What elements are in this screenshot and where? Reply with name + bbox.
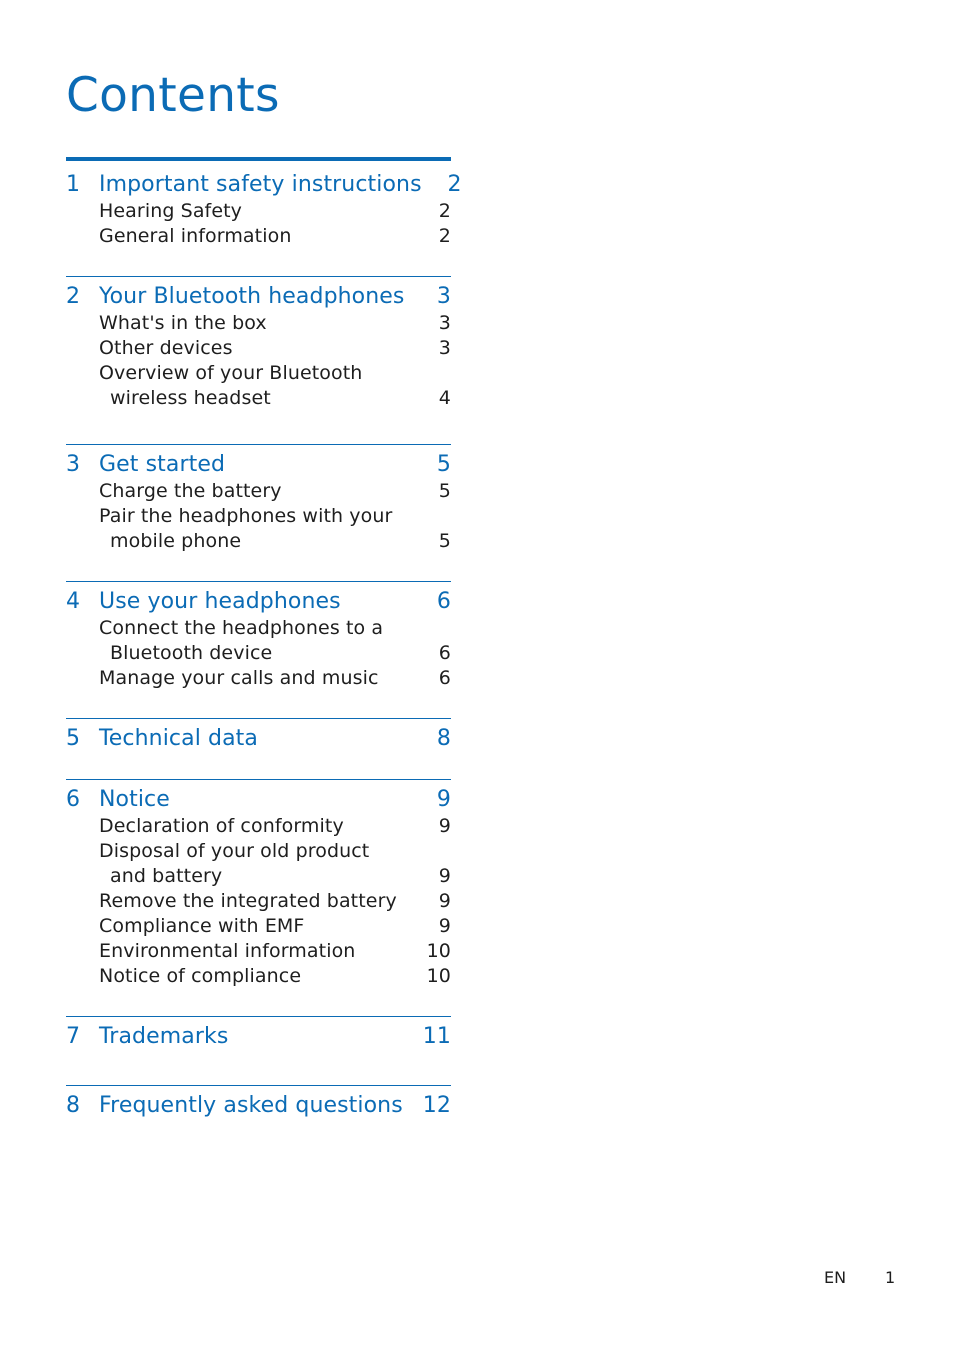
footer-language: EN [824, 1268, 847, 1287]
subsection-page: 2 [438, 225, 451, 247]
subsection-page: 10 [426, 940, 451, 962]
toc-chapter-entry[interactable]: 3 Get started 5 [66, 451, 451, 479]
toc-subsection-entry[interactable]: Bluetooth device 6 [66, 641, 451, 666]
toc-subsection-entry[interactable]: and battery 9 [66, 864, 451, 889]
page-title: Contents [66, 68, 280, 123]
subsection-page: 9 [438, 815, 451, 837]
toc-subsection-entry[interactable]: Environmental information 10 [66, 939, 451, 964]
chapter-title[interactable]: Technical data [99, 725, 411, 753]
toc-chapter-entry[interactable]: 1 Important safety instructions 2 [66, 171, 462, 199]
toc-subsection-entry[interactable]: Hearing Safety 2 [66, 199, 451, 224]
toc-section: 5 Technical data 8 [66, 718, 451, 779]
chapter-title[interactable]: Frequently asked questions [99, 1092, 411, 1120]
toc-subsection-entry[interactable]: Declaration of conformity 9 [66, 814, 451, 839]
subsection-title[interactable]: Pair the headphones with your [99, 504, 411, 529]
subsection-title[interactable]: General information [99, 224, 411, 249]
subsection-page: 9 [438, 890, 451, 912]
subsection-title[interactable]: Bluetooth device [99, 641, 411, 666]
chapter-page: 2 [447, 172, 462, 197]
toc-subsection-entry[interactable]: Charge the battery 5 [66, 479, 451, 504]
toc-section: 8 Frequently asked questions 12 [66, 1085, 451, 1120]
chapter-page: 6 [436, 589, 451, 614]
toc-section: 6 Notice 9 Declaration of conformity 9 Dispos… [66, 779, 451, 1016]
toc-chapter-entry[interactable]: 6 Notice 9 [66, 786, 451, 814]
subsection-page: 2 [438, 200, 451, 222]
toc-subsection-entry[interactable]: Disposal of your old product [66, 839, 451, 864]
chapter-title[interactable]: Trademarks [99, 1023, 411, 1051]
toc-chapter-entry[interactable]: 4 Use your headphones 6 [66, 588, 451, 616]
chapter-page: 5 [436, 452, 451, 477]
subsection-page: 10 [426, 965, 451, 987]
chapter-number: 8 [66, 1093, 81, 1118]
toc-subsection-entry[interactable]: Pair the headphones with your [66, 504, 451, 529]
subsection-title[interactable]: Notice of compliance [99, 964, 411, 989]
toc-section: 7 Trademarks 11 [66, 1016, 451, 1085]
chapter-title[interactable]: Important safety instructions [99, 171, 422, 199]
subsection-page: 3 [438, 312, 451, 334]
toc-section: 1 Important safety instructions 2 Hearing S… [66, 157, 462, 276]
subsection-page: 4 [438, 387, 451, 409]
subsection-page: 5 [438, 530, 451, 552]
subsection-title[interactable]: Overview of your Bluetooth [99, 361, 411, 386]
subsection-page: 6 [438, 642, 451, 664]
chapter-page: 3 [436, 284, 451, 309]
toc-section: 3 Get started 5 Charge the battery 5 Pair the… [66, 444, 451, 581]
chapter-number: 7 [66, 1024, 81, 1049]
toc-chapter-entry[interactable]: 2 Your Bluetooth headphones 3 [66, 283, 451, 311]
chapter-number: 4 [66, 589, 81, 614]
toc-subsection-entry[interactable]: Connect the headphones to a [66, 616, 451, 641]
subsection-title[interactable]: Compliance with EMF [99, 914, 411, 939]
subsection-title[interactable]: and battery [99, 864, 411, 889]
chapter-page: 8 [436, 726, 451, 751]
subsection-title[interactable]: Disposal of your old product [99, 839, 411, 864]
subsection-page: 9 [438, 865, 451, 887]
chapter-page: 9 [436, 787, 451, 812]
toc-subsection-entry[interactable]: wireless headset 4 [66, 386, 451, 411]
chapter-number: 5 [66, 726, 81, 751]
chapter-page: 11 [422, 1024, 451, 1049]
subsection-title[interactable]: Connect the headphones to a [99, 616, 411, 641]
toc-subsection-entry[interactable]: What's in the box 3 [66, 311, 451, 336]
subsection-page: 3 [438, 337, 451, 359]
subsection-title[interactable]: Environmental information [99, 939, 411, 964]
subsection-title[interactable]: Hearing Safety [99, 199, 411, 224]
chapter-number: 2 [66, 284, 81, 309]
toc-subsection-entry[interactable]: Manage your calls and music 6 [66, 666, 451, 691]
subsection-page: 6 [438, 667, 451, 689]
subsection-title[interactable]: Charge the battery [99, 479, 411, 504]
toc-chapter-entry[interactable]: 8 Frequently asked questions 12 [66, 1092, 451, 1120]
chapter-number: 1 [66, 172, 81, 197]
subsection-page: 9 [438, 915, 451, 937]
subsection-title[interactable]: What's in the box [99, 311, 411, 336]
toc-subsection-entry[interactable]: Compliance with EMF 9 [66, 914, 451, 939]
chapter-title[interactable]: Get started [99, 451, 411, 479]
toc-subsection-entry[interactable]: Remove the integrated battery 9 [66, 889, 451, 914]
subsection-title[interactable]: Declaration of conformity [99, 814, 411, 839]
chapter-title[interactable]: Your Bluetooth headphones [99, 283, 411, 311]
toc-subsection-entry[interactable]: Notice of compliance 10 [66, 964, 451, 989]
toc-section: 2 Your Bluetooth headphones 3 What's in the… [66, 276, 451, 444]
subsection-title[interactable]: Other devices [99, 336, 411, 361]
chapter-title[interactable]: Use your headphones [99, 588, 411, 616]
subsection-title[interactable]: Manage your calls and music [99, 666, 411, 691]
toc-chapter-entry[interactable]: 5 Technical data 8 [66, 725, 451, 753]
subsection-title[interactable]: mobile phone [99, 529, 411, 554]
toc-subsection-entry[interactable]: Other devices 3 [66, 336, 451, 361]
chapter-title[interactable]: Notice [99, 786, 411, 814]
toc-subsection-entry[interactable]: Overview of your Bluetooth [66, 361, 451, 386]
subsection-title[interactable]: wireless headset [99, 386, 411, 411]
subsection-title[interactable]: Remove the integrated battery [99, 889, 411, 914]
chapter-number: 3 [66, 452, 81, 477]
toc-chapter-entry[interactable]: 7 Trademarks 11 [66, 1023, 451, 1051]
toc-subsection-entry[interactable]: General information 2 [66, 224, 451, 249]
chapter-page: 12 [422, 1093, 451, 1118]
toc-subsection-entry[interactable]: mobile phone 5 [66, 529, 451, 554]
footer-page-number: 1 [885, 1268, 896, 1287]
toc-section: 4 Use your headphones 6 Connect the headpho… [66, 581, 451, 718]
subsection-page: 5 [438, 480, 451, 502]
table-of-contents: 1 Important safety instructions 2 Hearing S… [66, 157, 462, 1120]
chapter-number: 6 [66, 787, 81, 812]
